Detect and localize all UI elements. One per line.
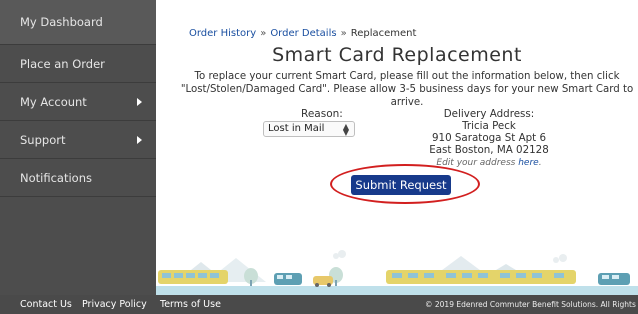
sidebar-item-place-an-order[interactable]: Place an Order — [0, 45, 156, 83]
edit-address-text: Edit your address here. — [424, 157, 554, 169]
train-left-illustration — [158, 270, 228, 284]
sidebar-item-notifications[interactable]: Notifications — [0, 159, 156, 197]
edit-address-suffix: . — [538, 158, 542, 168]
delivery-street: 910 Saratoga St Apt 6 — [431, 132, 547, 144]
footer-contact-link[interactable]: Contact Us — [20, 299, 72, 310]
sidebar-item-my-dashboard[interactable]: My Dashboard — [0, 0, 156, 45]
sidebar-item-support[interactable]: Support — [0, 121, 156, 159]
instructions-text: To replace your current Smart Card, plea… — [176, 70, 638, 109]
breadcrumb: Order History» Order Details» Replacement — [189, 28, 416, 39]
footer-privacy-link[interactable]: Privacy Policy — [82, 299, 147, 310]
main-content: Order History» Order Details» Replacement … — [156, 0, 638, 295]
breadcrumb-separator: » — [340, 28, 347, 39]
footer-terms-link[interactable]: Terms of Use — [160, 299, 221, 310]
page-title: Smart Card Replacement — [272, 44, 522, 66]
caret-right-icon — [137, 97, 142, 106]
submit-request-button[interactable]: Submit Request — [351, 175, 451, 195]
select-arrows-icon: ▲ ▼ — [342, 122, 349, 137]
sidebar-item-my-account[interactable]: My Account — [0, 83, 156, 121]
reason-select[interactable]: Lost in Mail ▲ ▼ — [263, 121, 355, 137]
delivery-address-block: Delivery Address: Tricia Peck 910 Sarato… — [424, 108, 554, 169]
breadcrumb-separator: » — [260, 28, 267, 39]
instructions-line: "Lost/Stolen/Damaged Card". Please allow… — [180, 84, 634, 108]
edit-address-prefix: Edit your address — [436, 158, 519, 168]
breadcrumb-order-history-link[interactable]: Order History — [189, 28, 256, 39]
caret-right-icon — [137, 135, 142, 144]
footer: Contact Us Privacy Policy Terms of Use ©… — [0, 295, 638, 314]
sidebar-item-label: My Dashboard — [20, 15, 103, 29]
edit-address-link[interactable]: here — [518, 158, 538, 168]
sidebar-item-label: Place an Order — [20, 56, 105, 71]
transit-illustration — [156, 250, 638, 295]
sidebar-item-label: Notifications — [20, 170, 92, 185]
delivery-name: Tricia Peck — [462, 120, 516, 132]
delivery-city: East Boston, MA 02128 — [429, 144, 549, 156]
delivery-address-label: Delivery Address: — [443, 108, 535, 120]
sidebar-item-label: My Account — [20, 94, 87, 109]
reason-selected-value: Lost in Mail — [268, 123, 325, 134]
sidebar-item-label: Support — [20, 132, 66, 147]
reason-label: Reason: — [301, 108, 343, 120]
breadcrumb-order-details-link[interactable]: Order Details — [270, 28, 336, 39]
train-right-illustration — [386, 270, 576, 284]
sidebar-nav: My Dashboard Place an Order My Account S… — [0, 0, 156, 295]
instructions-line: To replace your current Smart Card, plea… — [194, 71, 620, 82]
breadcrumb-current: Replacement — [350, 28, 417, 39]
footer-copyright: © 2019 Edenred Commuter Benefit Solution… — [425, 300, 638, 309]
